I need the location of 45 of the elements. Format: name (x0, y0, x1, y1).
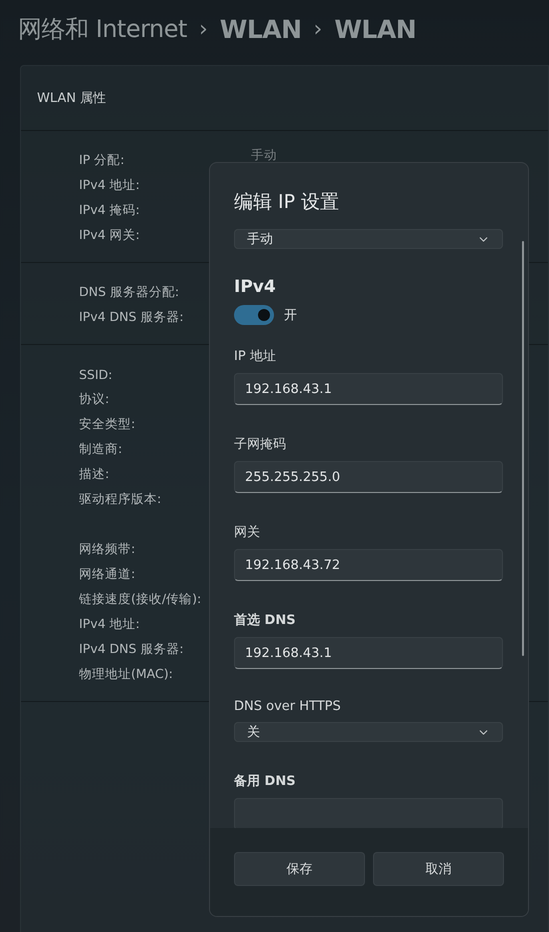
section-title: IPv4 (234, 277, 277, 297)
input-field[interactable]: 192.168.43.72 (234, 549, 503, 581)
cancel-button[interactable]: 取消 (373, 852, 504, 886)
breadcrumb-item[interactable]: 网络和 Internet (18, 13, 187, 45)
input-field[interactable]: 255.255.255.0 (234, 461, 503, 493)
property-label: 网络频带: (79, 541, 136, 558)
scrollbar[interactable] (522, 241, 524, 656)
property-label: 协议: (79, 391, 110, 408)
property-label: 驱动程序版本: (79, 491, 162, 508)
property-label: IPv4 网关: (79, 227, 141, 244)
toggle-switch[interactable] (234, 305, 274, 325)
breadcrumb-item: WLAN (334, 14, 416, 44)
property-label: IPv4 掩码: (79, 202, 141, 219)
card-title: WLAN 属性 (37, 90, 106, 107)
property-label: 物理地址(MAC): (79, 666, 174, 683)
property-label: IPv4 DNS 服务器: (79, 641, 185, 658)
property-label: IP 分配: (79, 152, 126, 169)
field-label: 备用 DNS (234, 773, 296, 790)
property-label: 安全类型: (79, 416, 136, 433)
property-label: DNS 服务器分配: (79, 284, 180, 301)
property-label: 制造商: (79, 441, 124, 458)
field-label: 首选 DNS (234, 612, 296, 629)
property-label: 链接速度(接收/传输): (79, 591, 202, 608)
property-label: IPv4 DNS 服务器: (79, 309, 185, 326)
property-label: 描述: (79, 466, 110, 483)
dialog-title: 编辑 IP 设置 (234, 190, 340, 215)
field-label: IP 地址 (234, 348, 276, 365)
input-field[interactable] (234, 798, 503, 828)
field-label: 网关 (234, 524, 260, 541)
field-label: DNS over HTTPS (234, 699, 341, 714)
toggle-label: 开 (284, 307, 297, 324)
save-button[interactable]: 保存 (234, 852, 365, 886)
property-value: 手动 (251, 147, 277, 164)
input-field[interactable]: 192.168.43.1 (234, 373, 503, 405)
property-label: IPv4 地址: (79, 177, 141, 194)
dns-https-dropdown[interactable]: 关 (234, 722, 503, 742)
mode-dropdown[interactable]: 手动 (234, 229, 503, 249)
breadcrumb-separator: › (314, 16, 322, 42)
property-label: IPv4 地址: (79, 616, 141, 633)
field-label: 子网掩码 (234, 436, 286, 453)
property-label: SSID: (79, 367, 114, 382)
breadcrumb-separator: › (198, 16, 208, 42)
breadcrumb-item[interactable]: WLAN (220, 14, 302, 44)
input-field[interactable]: 192.168.43.1 (234, 637, 503, 669)
property-label: 网络通道: (79, 566, 136, 583)
